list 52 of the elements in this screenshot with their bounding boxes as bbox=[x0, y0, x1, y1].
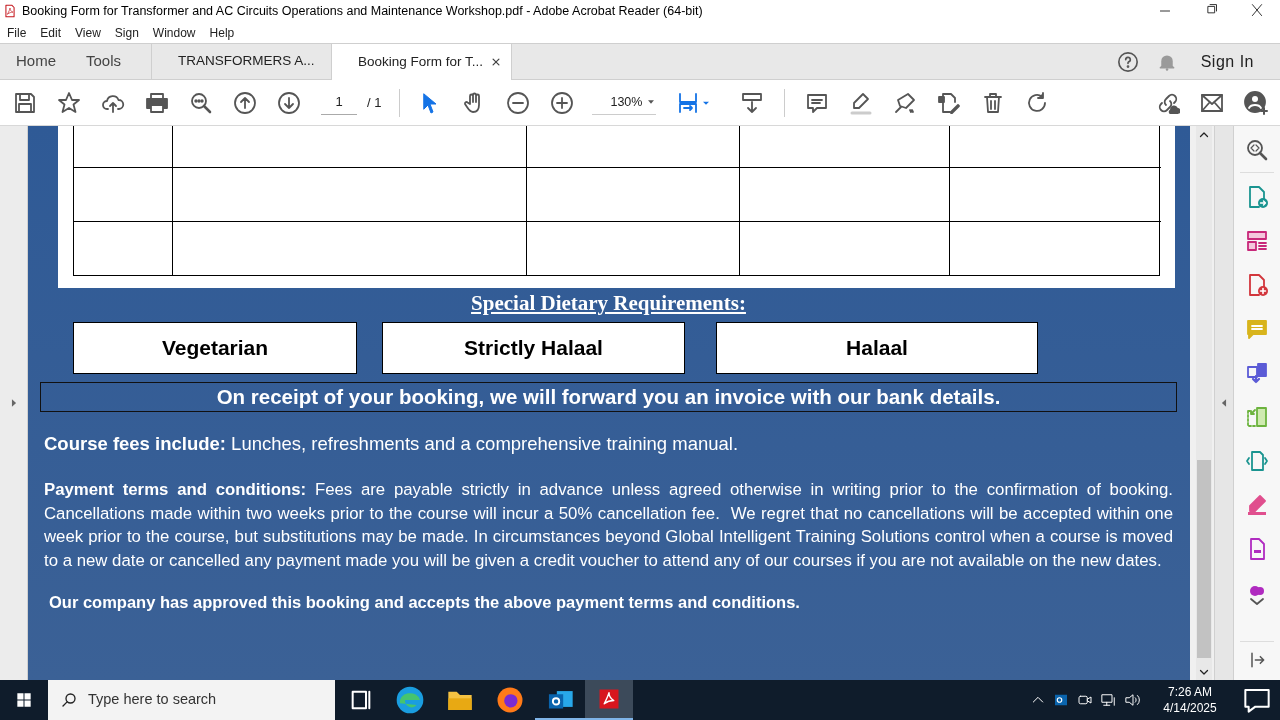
pen-icon[interactable] bbox=[893, 90, 918, 115]
sign-in-link[interactable]: Sign In bbox=[1200, 49, 1254, 74]
taskbar-search-field[interactable]: Type here to search bbox=[48, 680, 335, 720]
zoom-dropdown[interactable]: 130% bbox=[592, 89, 657, 116]
paragraph: Payment terms and conditions: Fees are payable strictly in advance unless agreed otherwise in writing prior to the confirmation of booking. Cancellations made within two weeks prior to the course will incur a 50% cancellation fee. We regret that no cancellations will be accepted within one week prior to the course, but substitutions may be made. In circumstances beyond Global Intelligent Training Solutions control when a course is moved to a new date or cancelled any payment made you will be given a credit voucher to attend any of our courses if you are not available on the new dates. bbox=[44, 479, 1173, 572]
scroll-mode-icon[interactable] bbox=[740, 90, 765, 115]
previous-page-icon[interactable] bbox=[233, 90, 257, 115]
add-user-icon[interactable] bbox=[1244, 90, 1268, 115]
pdf-file-icon bbox=[3, 4, 17, 18]
approval-statement: Our company has approved this booking and accepts the above payment terms and conditions. bbox=[49, 592, 801, 614]
search-icon bbox=[60, 691, 78, 709]
save-icon[interactable] bbox=[13, 90, 37, 115]
window-title: Booking Form for Transformer and AC Circuits Operations and Maintenance Workshop.pdf - Adobe Acrobat Reader (64-bit) bbox=[22, 2, 703, 20]
dietary-option-box[interactable]: Vegetarian bbox=[73, 322, 357, 374]
star-icon[interactable] bbox=[57, 90, 81, 115]
menu-item[interactable]: Window bbox=[152, 23, 196, 42]
clock[interactable]: 7:26 AM 4/14/2025 bbox=[1152, 684, 1228, 716]
next-page-icon[interactable] bbox=[277, 90, 301, 115]
page-number-field[interactable]: 1 bbox=[321, 90, 357, 115]
nav-tab[interactable]: Tools bbox=[86, 50, 122, 73]
combine-files-icon[interactable] bbox=[1245, 361, 1269, 385]
help-icon[interactable] bbox=[1116, 50, 1139, 73]
close-icon[interactable] bbox=[491, 57, 502, 67]
page-total: / 1 bbox=[367, 93, 382, 112]
menu-item[interactable]: Help bbox=[209, 23, 235, 42]
dietary-option-box[interactable]: Halaal bbox=[716, 322, 1038, 374]
network-icon[interactable] bbox=[1100, 691, 1118, 709]
scan-document-icon[interactable] bbox=[1245, 449, 1269, 473]
document-tab[interactable]: Booking Form for T... bbox=[332, 44, 512, 80]
zoom-search-icon[interactable] bbox=[189, 90, 213, 115]
menu-item[interactable]: View bbox=[75, 23, 101, 42]
edit-document-icon[interactable] bbox=[937, 90, 962, 115]
print-icon[interactable] bbox=[145, 90, 169, 115]
menu-item[interactable]: File bbox=[7, 23, 27, 42]
zoom-search-icon[interactable] bbox=[1245, 138, 1269, 162]
section-heading: Special Dietary Requirements: bbox=[471, 290, 746, 318]
dietary-option-box[interactable]: Strictly Halaal bbox=[382, 322, 685, 374]
highlighter-icon[interactable] bbox=[849, 90, 874, 115]
paragraph: Course fees include: Lunches, refreshments and a comprehensive training manual. bbox=[44, 432, 740, 456]
nav-tab[interactable]: Home bbox=[16, 50, 56, 73]
zoom-in-icon[interactable] bbox=[550, 90, 575, 115]
fill-sign-icon[interactable] bbox=[1245, 493, 1269, 517]
layout-icon[interactable] bbox=[1245, 229, 1269, 253]
pdf-reader-icon[interactable] bbox=[585, 680, 633, 720]
scrollbar-thumb[interactable] bbox=[1197, 460, 1211, 658]
invoice-notice: On receipt of your booking, we will forward you an invoice with our bank details. bbox=[40, 382, 1177, 412]
volume-icon[interactable] bbox=[1124, 691, 1142, 709]
collapse-panel-icon[interactable] bbox=[1219, 397, 1229, 409]
zoom-out-icon[interactable] bbox=[506, 90, 531, 115]
menu-item[interactable]: Edit bbox=[40, 23, 62, 42]
menu-item[interactable]: Sign bbox=[114, 23, 139, 42]
scrollbar[interactable] bbox=[1196, 126, 1212, 680]
